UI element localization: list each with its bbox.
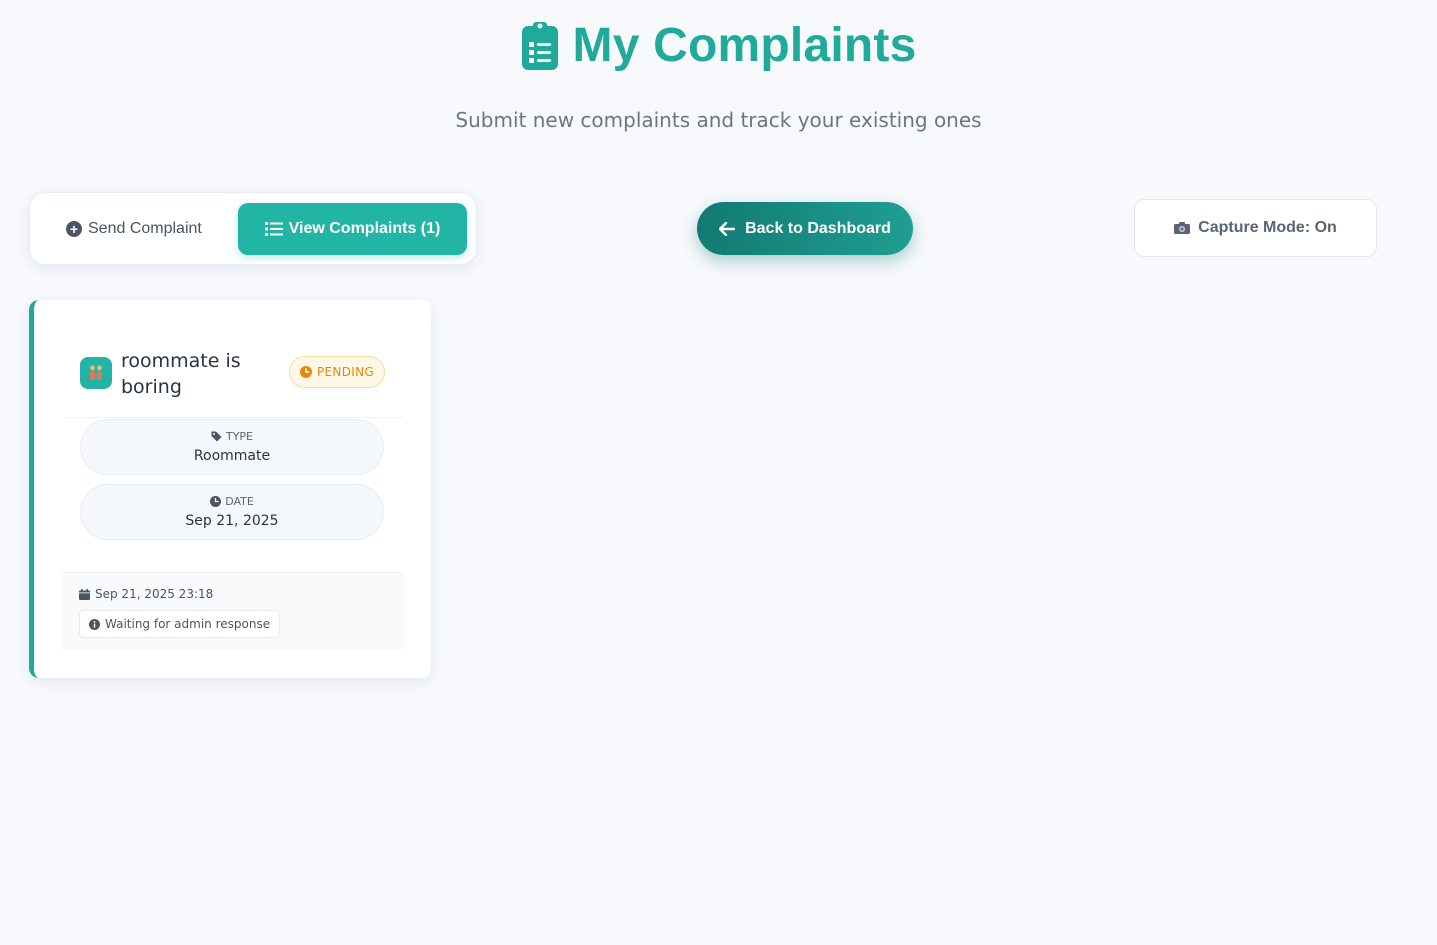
tab-send-complaint[interactable]: + Send Complaint [66,216,202,242]
complaint-type-label: TYPE [225,430,254,443]
admin-response-text: Waiting for admin response [105,617,271,631]
page-header: My Complaints [0,18,1437,73]
status-badge: PENDING [289,356,385,388]
complaint-date-label: DATE [225,495,254,508]
clock-icon [300,366,313,378]
card-divider [64,417,404,418]
submitted-at: Sep 21, 2025 23:18 [79,587,213,601]
camera-icon [1174,222,1191,234]
list-icon [264,222,283,236]
complaint-type: TYPE Roommate [80,419,384,475]
page: My Complaints Submit new complaints and … [0,0,1437,945]
status-badge-label: PENDING [317,365,374,379]
clipboard-list-icon [521,21,558,70]
tab-view-complaints-label: View Complaints (1) [288,220,441,237]
back-to-dashboard-button[interactable]: Back to Dashboard [697,202,913,255]
roommate-icon [80,357,112,389]
plus-circle-icon: + [66,221,82,237]
page-title: My Complaints [572,19,917,72]
complaint-date: DATE Sep 21, 2025 [80,484,384,540]
complaint-tabs: + Send Complaint View Complaints (1) [29,192,477,265]
admin-response-status: Waiting for admin response [79,610,281,638]
complaint-title: roommate is boring [121,350,241,398]
tab-view-complaints[interactable]: View Complaints (1) [238,203,467,255]
capture-mode-button[interactable]: Capture Mode: On [1134,199,1377,257]
complaint-date-value: Sep 21, 2025 [185,513,279,529]
complaint-type-label-row: TYPE [81,430,383,443]
complaint-date-label-row: DATE [81,495,383,508]
calendar-icon [79,588,90,600]
back-to-dashboard-label: Back to Dashboard [745,219,891,237]
arrow-left-icon [719,221,736,236]
clock-icon [210,496,222,507]
capture-mode-label: Capture Mode: On [1198,219,1337,236]
tab-send-complaint-label: Send Complaint [88,220,202,237]
complaint-card[interactable]: roommate is boring PENDING TYPE Roommate [29,300,431,678]
tag-icon [211,431,222,442]
complaint-type-value: Roommate [193,448,271,464]
submitted-at-value: Sep 21, 2025 23:18 [95,587,214,601]
info-icon [89,618,100,630]
complaint-card-footer: Sep 21, 2025 23:18 Waiting for admin res… [62,572,404,650]
page-subtitle: Submit new complaints and track your exi… [455,108,982,132]
